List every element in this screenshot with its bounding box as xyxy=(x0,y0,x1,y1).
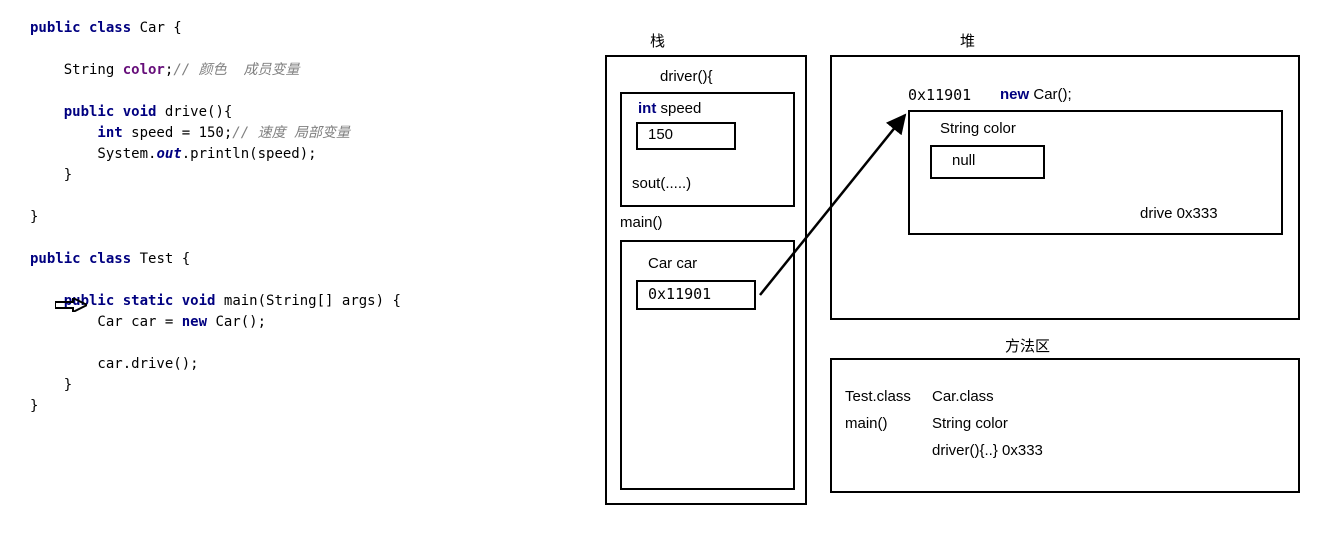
kw-public: public xyxy=(30,20,81,36)
code-text: Car car = xyxy=(30,314,182,330)
code-text: drive(){ xyxy=(156,104,232,120)
heap-new-label: new Car(); xyxy=(1000,86,1072,103)
kw-void: void xyxy=(173,293,215,309)
int-speed-label: int speed xyxy=(638,100,701,117)
sout-label: sout(.....) xyxy=(632,175,691,192)
heap-method-label: drive 0x333 xyxy=(1140,205,1218,222)
code-text: car.drive(); xyxy=(30,356,199,372)
code-text: System. xyxy=(30,146,156,162)
page-root: public class Car { String color;// 颜色 成员… xyxy=(0,0,1337,534)
heap-title: 堆 xyxy=(960,30,975,51)
code-text: } xyxy=(30,398,38,414)
heap-new-rest: Car(); xyxy=(1029,86,1072,103)
code-text: Test { xyxy=(131,251,190,267)
kw-new: new xyxy=(182,314,207,330)
code-text: main(String[] args) { xyxy=(215,293,400,309)
kw-static: static xyxy=(114,293,173,309)
kw-int: int xyxy=(30,125,123,141)
kw-class: class xyxy=(81,20,132,36)
main-frame-label: main() xyxy=(620,214,663,231)
comment: // 速度 局部变量 xyxy=(232,125,350,141)
kw-class: class xyxy=(81,251,132,267)
method-area-title: 方法区 xyxy=(1005,335,1050,356)
heap-field-value-box xyxy=(930,145,1045,179)
heap-field-value: null xyxy=(952,152,975,169)
kw-int: int xyxy=(638,100,656,117)
kw-public: public xyxy=(30,104,114,120)
code-text: .println(speed); xyxy=(182,146,317,162)
car-var-label: Car car xyxy=(648,255,697,272)
code-text: String xyxy=(30,62,123,78)
stack-title: 栈 xyxy=(650,30,665,51)
kw-new: new xyxy=(1000,86,1029,103)
kw-void: void xyxy=(114,104,156,120)
kw-public: public xyxy=(30,251,81,267)
field-out: out xyxy=(156,146,181,162)
method-driver: driver(){..} 0x333 xyxy=(932,442,1043,459)
car-addr-value: 0x11901 xyxy=(648,285,711,303)
heap-field-label: String color xyxy=(940,120,1016,137)
code-text: } xyxy=(30,209,38,225)
speed-value: 150 xyxy=(648,126,673,143)
comment: // 颜色 成员变量 xyxy=(173,62,299,78)
method-car-class: Car.class xyxy=(932,388,994,405)
method-string-color: String color xyxy=(932,415,1008,432)
main-frame-box xyxy=(620,240,795,490)
code-block: public class Car { String color;// 颜色 成员… xyxy=(30,18,401,417)
code-text: Car { xyxy=(131,20,182,36)
code-text: speed = 150; xyxy=(123,125,233,141)
code-text: } xyxy=(30,377,72,393)
method-main: main() xyxy=(845,415,888,432)
speed-text: speed xyxy=(656,100,701,117)
code-text: Car(); xyxy=(207,314,266,330)
pointer-arrow-icon xyxy=(55,298,87,312)
code-text: } xyxy=(30,167,72,183)
method-area-box xyxy=(830,358,1300,493)
driver-frame-label: driver(){ xyxy=(660,68,713,85)
field-color: color xyxy=(123,62,165,78)
heap-addr: 0x11901 xyxy=(908,86,971,104)
method-test-class: Test.class xyxy=(845,388,911,405)
